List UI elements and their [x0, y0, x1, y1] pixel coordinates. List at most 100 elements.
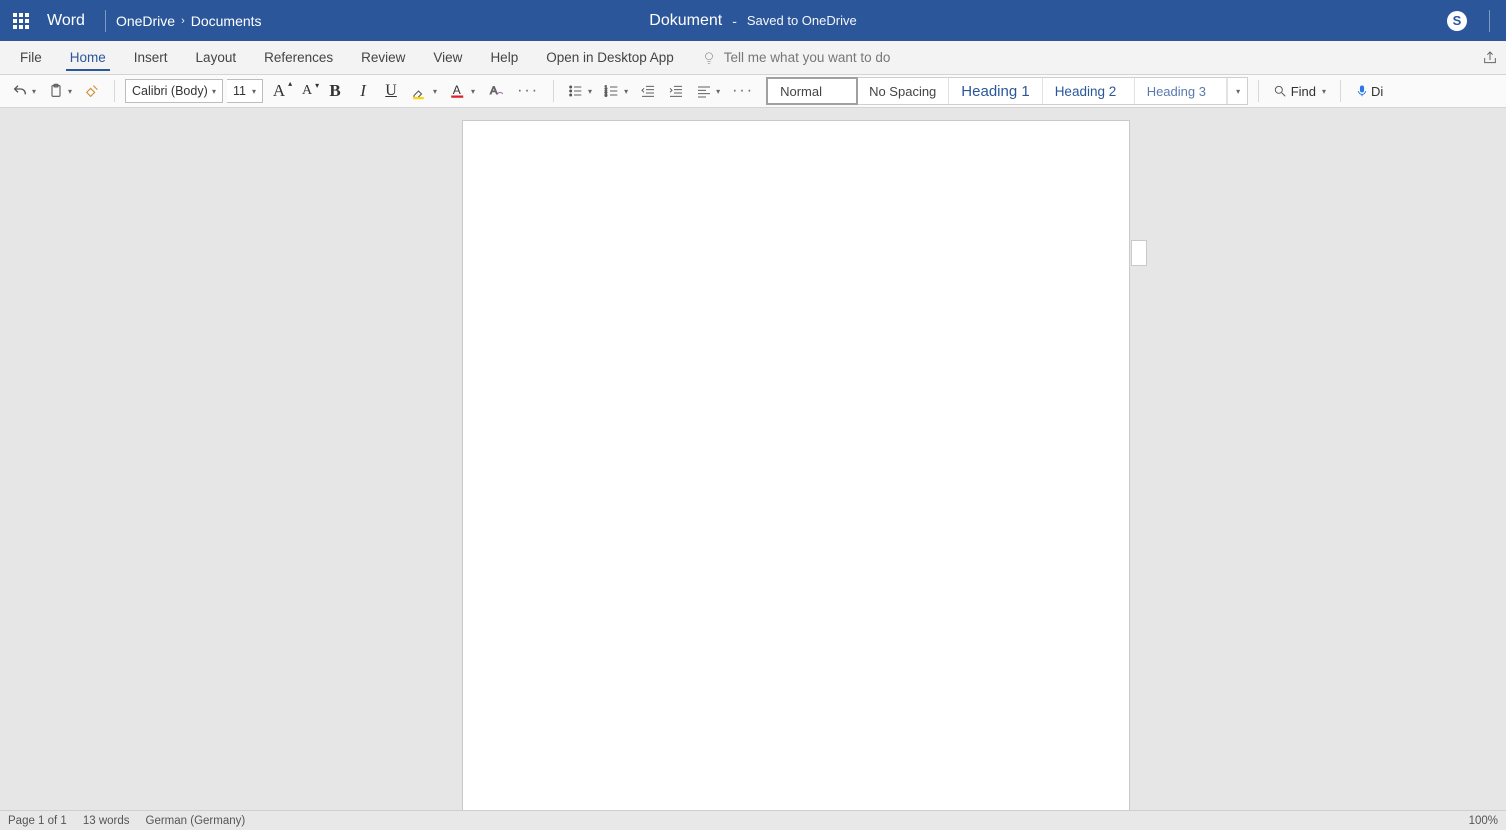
chevron-down-icon: ▾ — [433, 87, 437, 96]
share-icon — [1482, 50, 1498, 66]
ellipsis-icon: ··· — [732, 82, 754, 100]
word-count[interactable]: 13 words — [83, 815, 130, 827]
page-info[interactable]: Page 1 of 1 — [8, 815, 67, 827]
font-name-select[interactable]: Calibri (Body) ▾ — [125, 79, 223, 103]
tab-review[interactable]: Review — [347, 41, 419, 74]
ribbon-separator — [114, 80, 115, 102]
page-edge-handle — [1131, 240, 1147, 266]
more-paragraph-button[interactable]: ··· — [728, 78, 758, 104]
lightbulb-icon — [702, 51, 716, 65]
breadcrumb: OneDrive › Documents — [116, 13, 262, 29]
align-button[interactable]: ▾ — [692, 78, 724, 104]
title-separator — [105, 10, 106, 32]
app-launcher-button[interactable] — [0, 0, 41, 41]
styles-gallery: Normal No Spacing Heading 1 Heading 2 He… — [766, 77, 1248, 105]
bold-button[interactable]: B — [323, 78, 347, 104]
title-separator-right — [1489, 10, 1490, 32]
open-in-desktop-app[interactable]: Open in Desktop App — [532, 41, 688, 74]
waffle-icon — [13, 13, 29, 29]
document-page[interactable] — [462, 120, 1130, 810]
svg-text:A: A — [453, 83, 461, 97]
font-size-value: 11 — [233, 84, 246, 98]
style-heading-3[interactable]: Heading 3 — [1135, 78, 1227, 104]
breadcrumb-onedrive[interactable]: OneDrive — [116, 13, 175, 29]
chevron-down-icon: ▾ — [212, 87, 216, 96]
title-dash: - — [732, 13, 737, 29]
font-name-value: Calibri (Body) — [132, 84, 208, 98]
dictate-label: Di — [1371, 84, 1383, 99]
decrease-indent-icon — [640, 83, 656, 99]
clear-formatting-button[interactable]: A — [483, 78, 509, 104]
chevron-down-icon: ▾ — [1322, 87, 1326, 96]
zoom-level[interactable]: 100% — [1469, 815, 1498, 827]
shrink-font-icon: A▾ — [302, 83, 312, 99]
status-bar: Page 1 of 1 13 words German (Germany) 10… — [0, 810, 1506, 830]
highlight-icon — [411, 82, 429, 100]
tab-layout[interactable]: Layout — [182, 41, 251, 74]
chevron-down-icon: ▾ — [32, 87, 36, 96]
styles-dropdown[interactable]: ▾ — [1227, 78, 1247, 104]
bullets-button[interactable]: ▾ — [564, 78, 596, 104]
tell-me-search[interactable]: Tell me what you want to do — [688, 41, 905, 74]
highlight-button[interactable]: ▾ — [407, 78, 441, 104]
format-painter-button[interactable] — [80, 78, 104, 104]
italic-icon: I — [360, 81, 366, 101]
ellipsis-icon: ··· — [517, 82, 539, 100]
grow-font-button[interactable]: A▴ — [267, 78, 291, 104]
decrease-indent-button[interactable] — [636, 78, 660, 104]
save-status: Saved to OneDrive — [747, 13, 857, 28]
breadcrumb-documents[interactable]: Documents — [191, 13, 262, 29]
align-left-icon — [696, 83, 712, 99]
tell-me-placeholder: Tell me what you want to do — [724, 50, 891, 65]
paintbrush-icon — [84, 83, 100, 99]
document-canvas[interactable] — [0, 108, 1506, 810]
ribbon-separator — [1258, 80, 1259, 102]
chevron-down-icon: ▾ — [471, 87, 475, 96]
font-color-icon: A — [449, 82, 467, 100]
svg-text:A: A — [490, 85, 498, 97]
tab-view[interactable]: View — [419, 41, 476, 74]
more-font-button[interactable]: ··· — [513, 78, 543, 104]
chevron-down-icon: ▾ — [624, 87, 628, 96]
chevron-down-icon: ▾ — [1236, 87, 1240, 96]
italic-button[interactable]: I — [351, 78, 375, 104]
paste-button[interactable]: ▾ — [44, 78, 76, 104]
undo-button[interactable]: ▾ — [8, 78, 40, 104]
clipboard-icon — [48, 83, 64, 99]
find-label: Find — [1291, 84, 1316, 99]
style-heading-2[interactable]: Heading 2 — [1043, 78, 1135, 104]
style-heading-1[interactable]: Heading 1 — [949, 78, 1042, 104]
font-size-select[interactable]: 11 ▾ — [227, 79, 263, 103]
tab-insert[interactable]: Insert — [120, 41, 182, 74]
tab-file[interactable]: File — [6, 41, 56, 74]
find-button[interactable]: Find ▾ — [1269, 78, 1330, 104]
underline-button[interactable]: U — [379, 78, 403, 104]
svg-text:3: 3 — [605, 92, 608, 97]
font-color-button[interactable]: A ▾ — [445, 78, 479, 104]
language-status[interactable]: German (Germany) — [146, 815, 246, 827]
chevron-right-icon: › — [181, 15, 185, 27]
grow-font-icon: A▴ — [273, 81, 285, 101]
tab-home[interactable]: Home — [56, 41, 120, 74]
undo-icon — [12, 83, 28, 99]
app-name[interactable]: Word — [47, 12, 85, 30]
share-button[interactable] — [1482, 41, 1498, 75]
tab-references[interactable]: References — [250, 41, 347, 74]
dictate-button[interactable]: Di — [1351, 78, 1387, 104]
tab-help[interactable]: Help — [476, 41, 532, 74]
ribbon-tabs: File Home Insert Layout References Revie… — [0, 41, 1506, 75]
clear-formatting-icon: A — [487, 82, 505, 100]
increase-indent-button[interactable] — [664, 78, 688, 104]
style-no-spacing[interactable]: No Spacing — [857, 78, 949, 104]
ribbon-separator — [553, 80, 554, 102]
skype-icon[interactable]: S — [1447, 11, 1467, 31]
shrink-font-button[interactable]: A▾ — [295, 78, 319, 104]
increase-indent-icon — [668, 83, 684, 99]
chevron-down-icon: ▾ — [252, 87, 256, 96]
bullets-icon — [568, 83, 584, 99]
numbering-button[interactable]: 123 ▾ — [600, 78, 632, 104]
document-name[interactable]: Dokument — [649, 12, 722, 30]
ribbon-separator — [1340, 80, 1341, 102]
chevron-down-icon: ▾ — [716, 87, 720, 96]
style-normal[interactable]: Normal — [766, 77, 858, 105]
